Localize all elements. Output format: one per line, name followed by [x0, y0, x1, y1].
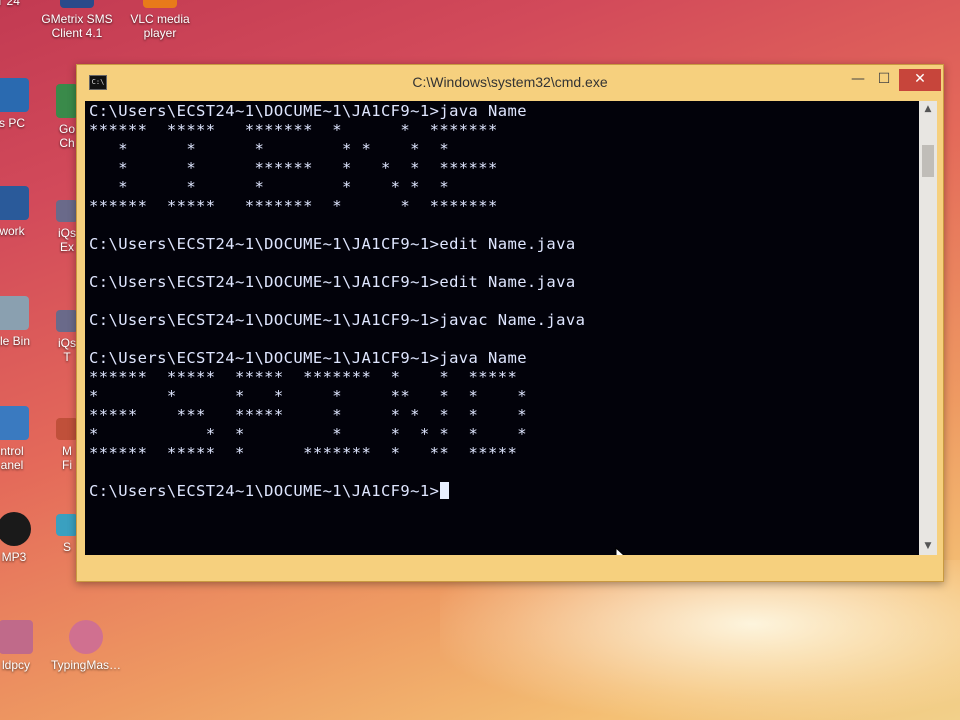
desktop-icon-ldpcy[interactable]: ldpcy	[0, 620, 38, 672]
console-text: C:\Users\ECST24~1\DOCUME~1\JA1CF9~1>java…	[89, 102, 585, 501]
desktop-icon-this-pc[interactable]: s PC	[0, 78, 34, 130]
window-title: C:\Windows\system32\cmd.exe	[412, 74, 608, 90]
maximize-button[interactable]: ☐	[871, 69, 897, 91]
mouse-pointer-icon	[615, 547, 625, 555]
shortcut-icon	[56, 418, 78, 440]
console-area[interactable]: C:\Users\ECST24~1\DOCUME~1\JA1CF9~1>java…	[85, 101, 919, 555]
recycle-bin-icon	[0, 296, 29, 330]
desktop-icon-mp3[interactable]: MP3	[0, 512, 36, 564]
typingmaster-icon	[69, 620, 103, 654]
desktop-icon-typingmaster[interactable]: TypingMas…	[46, 620, 126, 672]
desktop-icon-recycle-bin[interactable]: cle Bin	[0, 296, 34, 348]
computer-icon	[0, 78, 29, 112]
desktop-icon-label: GMetrix SMS Client 4.1	[41, 12, 113, 40]
desktop-icon-label: MP3	[1, 550, 27, 564]
chrome-icon	[56, 84, 78, 118]
console-output: C:\Users\ECST24~1\DOCUME~1\JA1CF9~1>java…	[89, 102, 586, 462]
vlc-icon	[143, 0, 177, 8]
aimp-icon	[0, 512, 31, 546]
desktop-icon-control-panel[interactable]: ntrol anel	[0, 406, 34, 472]
screen-glare	[440, 560, 960, 720]
desktop-icon-t24[interactable]: T 24	[0, 0, 30, 8]
shortcut-icon	[56, 200, 78, 222]
desktop-icon-label: cle Bin	[0, 334, 31, 348]
desktop-icon-label: work	[0, 224, 25, 238]
title-bar[interactable]: C:\ C:\Windows\system32\cmd.exe — ☐ ✕	[77, 65, 943, 101]
minimize-button[interactable]: —	[845, 69, 871, 91]
console-prompt: C:\Users\ECST24~1\DOCUME~1\JA1CF9~1>	[89, 482, 440, 500]
cmd-window[interactable]: C:\ C:\Windows\system32\cmd.exe — ☐ ✕ C:…	[76, 64, 944, 582]
scroll-down-icon[interactable]: ▼	[919, 538, 937, 555]
close-button[interactable]: ✕	[899, 69, 941, 91]
scroll-thumb[interactable]	[922, 145, 934, 177]
desktop-icon-label: TypingMas…	[50, 658, 122, 672]
desktop-icon-label: s PC	[0, 116, 25, 130]
scroll-up-icon[interactable]: ▲	[919, 101, 937, 118]
text-cursor	[440, 482, 450, 499]
shortcut-icon	[56, 310, 78, 332]
desktop-icon-label: ntrol anel	[0, 444, 24, 472]
desktop-icon-label: ldpcy	[1, 658, 30, 672]
network-icon	[0, 186, 29, 220]
control-panel-icon	[0, 406, 29, 440]
desktop-icon-vlc[interactable]: VLC media player	[122, 0, 198, 40]
desktop-icon-label: T 24	[0, 0, 20, 8]
desktop-icon-label: VLC media player	[130, 12, 190, 40]
vertical-scrollbar[interactable]: ▲ ▼	[919, 101, 937, 555]
desktop-icon-gmetrix[interactable]: GMetrix SMS Client 4.1	[40, 0, 114, 40]
shortcut-icon	[0, 620, 33, 654]
gmetrix-icon	[60, 0, 94, 8]
desktop-icon-network[interactable]: work	[0, 186, 34, 238]
shortcut-icon	[56, 514, 78, 536]
